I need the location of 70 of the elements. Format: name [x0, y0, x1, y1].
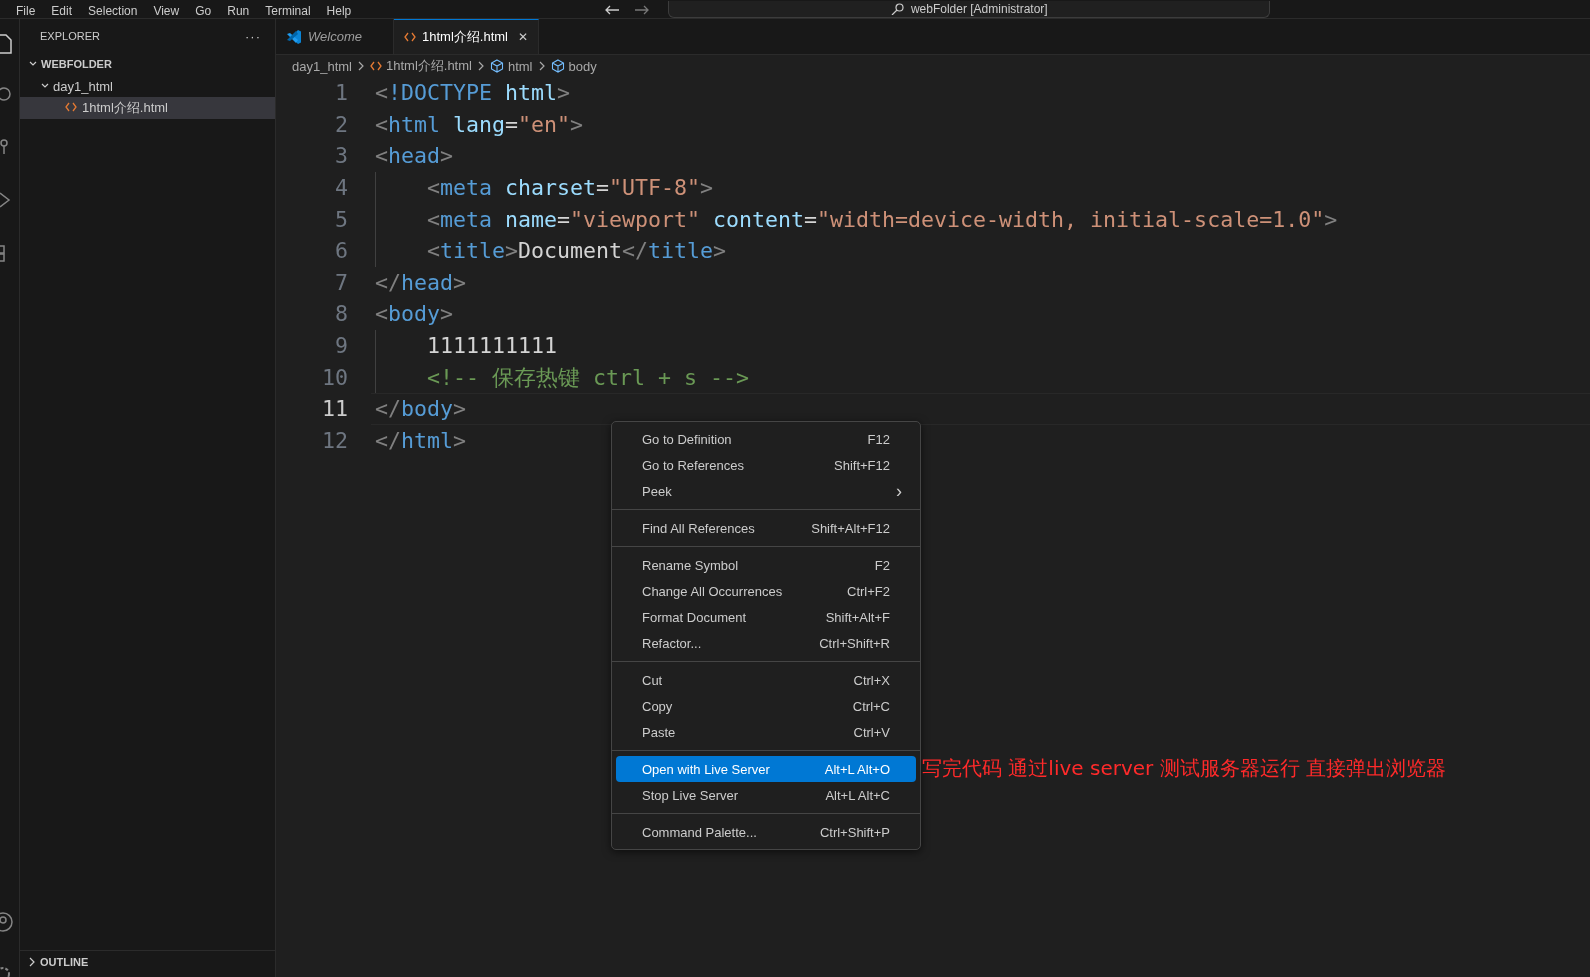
code-line: <!-- 保存热键 ctrl + s --> [375, 361, 749, 393]
menu-item[interactable]: Go to References Shift+F12 [616, 452, 916, 478]
menu-item[interactable]: Terminal [257, 4, 319, 18]
back-arrow-icon[interactable] [604, 4, 621, 16]
menu-item[interactable]: Stop Live Server Alt+L Alt+C [616, 782, 916, 808]
menu-item[interactable]: Peek › [616, 478, 916, 504]
menu-item[interactable]: File [8, 4, 44, 18]
forward-arrow-icon[interactable] [634, 4, 651, 16]
menu-item[interactable]: Format Document Shift+Alt+F [616, 604, 916, 630]
cube-icon [550, 59, 565, 73]
menu-item[interactable]: Copy Ctrl+C [616, 693, 916, 719]
line-number: 9 [334, 333, 348, 359]
menu-item[interactable]: Go [187, 4, 220, 18]
line-number: 4 [334, 175, 348, 201]
menu-item[interactable]: Find All References Shift+Alt+F12 [616, 515, 916, 541]
line-number: 11 [321, 396, 348, 422]
code-line: <!DOCTYPE html> [375, 79, 571, 108]
menu-item[interactable]: Refactor... Ctrl+Shift+R [616, 630, 916, 656]
chevron-icon [356, 59, 366, 73]
editor-tab[interactable]: 1html介绍.html ✕ [394, 19, 539, 54]
menu-item[interactable]: Open with Live Server Alt+L Alt+O [616, 756, 916, 782]
code-line: <html lang="en"> [375, 110, 584, 139]
more-actions-button[interactable]: ··· [245, 28, 261, 44]
submenu-chevron-icon: › [896, 480, 902, 502]
code-line: <meta name="viewport" content="width=device-width, initial-scale=1.0"> [375, 203, 1338, 235]
menu-item[interactable]: View [145, 4, 188, 18]
breadcrumb-item[interactable]: 1html介绍.html [370, 57, 472, 75]
code-line: </html> [375, 426, 467, 455]
line-number: 6 [334, 238, 348, 264]
menu-item[interactable]: Run [219, 4, 258, 18]
tree-item[interactable]: day1_html [20, 75, 275, 97]
menu-item[interactable]: Cut Ctrl+X [616, 667, 916, 693]
breadcrumb-item[interactable]: day1_html [292, 58, 352, 74]
cube-icon [489, 59, 504, 73]
menu-item[interactable]: Command Palette... Ctrl+Shift+P [616, 819, 916, 845]
command-center[interactable]: webFolder [Administrator] [668, 1, 1271, 18]
code-line: </body> [375, 395, 467, 424]
close-icon[interactable]: ✕ [517, 30, 528, 44]
html-file-icon [370, 61, 382, 71]
line-number: 8 [334, 301, 348, 327]
html-file-icon [65, 101, 77, 112]
tree-item[interactable]: 1html介绍.html [20, 97, 275, 119]
tree-item[interactable]: WEBFOLDER [20, 53, 275, 75]
menu-item[interactable]: Rename Symbol F2 [616, 552, 916, 578]
annotation-text: 写完代码 通过live server 测试服务器运行 直接弹出浏览器 [922, 755, 1446, 782]
line-number: 2 [334, 111, 348, 137]
code-line: <meta charset="UTF-8"> [375, 171, 714, 204]
sidebar-title: EXPLORER [40, 30, 100, 42]
breadcrumb-item[interactable]: body [550, 58, 597, 74]
html-file-icon [404, 32, 416, 42]
menu-item[interactable]: Change All Occurrences Ctrl+F2 [616, 578, 916, 604]
line-number: 12 [321, 427, 348, 453]
line-number: 1 [334, 80, 348, 106]
code-line: <title>Document</title> [375, 234, 727, 267]
outline-section-header[interactable]: OUTLINE [20, 950, 275, 973]
line-number: 3 [334, 143, 348, 169]
code-line: </head> [375, 268, 467, 297]
menu-item[interactable]: Go to Definition F12 [616, 426, 916, 452]
menu-item[interactable]: Selection [80, 4, 146, 18]
code-line: <head> [375, 142, 454, 171]
code-line: <body> [375, 300, 454, 329]
line-number: 10 [321, 364, 348, 390]
line-number: 5 [334, 206, 348, 232]
vscode-logo-icon [286, 28, 302, 45]
menu-item[interactable]: Help [318, 4, 360, 18]
line-number: 7 [334, 269, 348, 295]
menu-item[interactable]: Edit [43, 4, 81, 18]
code-line: 1111111111 [375, 329, 557, 362]
breadcrumb-item[interactable]: html [489, 58, 533, 74]
menu-item[interactable]: Paste Ctrl+V [616, 719, 916, 745]
